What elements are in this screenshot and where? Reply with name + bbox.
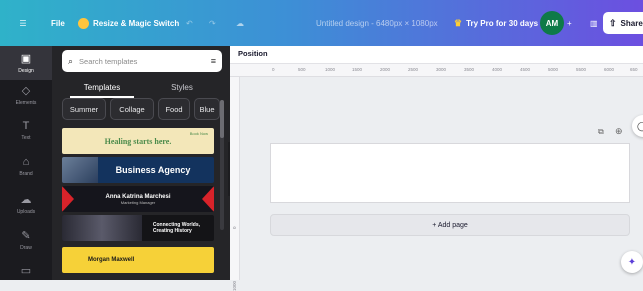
text-icon: T (22, 120, 30, 132)
filter-icon[interactable]: ≡ (211, 56, 216, 66)
ruler-tick: 3500 (464, 67, 475, 72)
upload-icon: ☁ (20, 194, 32, 206)
template-card[interactable]: Business Agency (62, 157, 214, 183)
rail-label: Elements (15, 100, 37, 106)
position-button[interactable]: Position (238, 49, 268, 58)
rail-item-projects[interactable]: ▭ (0, 264, 52, 280)
duplicate-page-icon[interactable]: ⧉ (598, 127, 604, 137)
rail-item-brand[interactable]: ⌂ Brand (0, 156, 52, 177)
template-title: Anna Katrina Marchesi (105, 193, 171, 200)
chip-food[interactable]: Food (158, 98, 190, 120)
design-icon: ▣ (20, 53, 32, 65)
ruler-tick: 2000 (380, 67, 391, 72)
template-accent (202, 186, 214, 212)
template-card[interactable]: Anna Katrina Marchesi Marketing Manager (62, 186, 214, 212)
ruler-tick: 5500 (576, 67, 587, 72)
magic-assistant-icon[interactable]: ✦ (621, 251, 643, 273)
share-button[interactable]: ⇧ Share (603, 12, 643, 34)
ruler-tick: 5000 (548, 67, 559, 72)
template-card[interactable]: Book Now Healing starts here. (62, 128, 214, 154)
ruler-tick: 1500 (352, 67, 363, 72)
template-card[interactable]: Connecting Worlds, Creating History (62, 215, 214, 241)
projects-icon: ▭ (20, 265, 32, 277)
rail-item-text[interactable]: T Text (0, 120, 52, 141)
side-rail: ▣ Design ◇ Elements T Text ⌂ Brand ☁ Upl… (0, 46, 52, 280)
rail-item-draw[interactable]: ✎ Draw (0, 229, 52, 251)
crown-badge-icon (78, 17, 89, 29)
template-photo (62, 157, 98, 183)
share-label: Share (620, 18, 643, 28)
rail-item-uploads[interactable]: ☁ Uploads (0, 193, 52, 215)
template-title: Morgan Maxwell (88, 257, 135, 263)
ruler-tick: 3000 (436, 67, 447, 72)
rail-label: Text (21, 135, 31, 141)
search-input[interactable] (79, 56, 190, 66)
avatar[interactable]: AM (540, 11, 564, 35)
add-page-button[interactable]: + Add page (270, 214, 630, 236)
search-icon: ⌕ (68, 55, 74, 66)
rail-item-design[interactable]: ▣ Design (0, 46, 52, 80)
ruler-tick: 650 (630, 67, 638, 72)
template-tag: Book Now (189, 131, 208, 136)
template-title: Healing starts here. (104, 136, 172, 146)
cloud-save-icon[interactable]: ☁ (236, 0, 244, 46)
try-pro-label: Try Pro for 30 days (466, 18, 539, 28)
undo-icon[interactable]: ↶ (186, 0, 193, 46)
design-canvas[interactable] (270, 143, 630, 203)
rail-item-elements[interactable]: ◇ Elements (0, 84, 52, 106)
ruler-tick: 6000 (604, 67, 615, 72)
draw-icon: ✎ (21, 230, 31, 242)
ruler-tick: 500 (298, 67, 306, 72)
template-accent (62, 186, 74, 212)
left-ruler: 0 1000 (230, 77, 240, 291)
template-title: Connecting Worlds, (152, 222, 200, 228)
chip-collage[interactable]: Collage (110, 98, 154, 120)
tab-templates[interactable]: Templates (62, 76, 142, 98)
rail-label: Uploads (16, 209, 36, 215)
add-page-icon[interactable]: ⊕ (615, 126, 623, 137)
ruler-tick: 0 (272, 67, 275, 72)
ruler-tick: 1000 (232, 280, 237, 291)
template-subtitle: Creating History (152, 228, 192, 234)
position-bar: Position (230, 46, 643, 64)
rail-label: Draw (20, 245, 32, 251)
rail-label: Brand (19, 171, 33, 177)
document-title[interactable]: Untitled design - 6480px × 1080px (316, 0, 438, 46)
comment-icon[interactable]: ◯ (632, 115, 643, 137)
template-subtitle: Marketing Manager (120, 199, 156, 205)
file-menu[interactable]: File (51, 0, 65, 46)
redo-icon[interactable]: ↷ (209, 0, 216, 46)
panel-scrollbar[interactable] (220, 100, 224, 230)
search-bar[interactable]: ⌕ ≡ (62, 50, 222, 72)
chip-blue[interactable]: Blue (194, 98, 220, 120)
resize-label: Resize & Magic Switch (93, 18, 180, 28)
brand-icon: ⌂ (22, 156, 30, 168)
template-photo (62, 215, 142, 241)
chip-summer[interactable]: Summer (62, 98, 106, 120)
template-text-group: Connecting Worlds, Creating History (153, 222, 200, 234)
add-collaborator-icon[interactable]: + (567, 0, 572, 46)
ruler-tick: 0 (232, 226, 237, 229)
elements-icon: ◇ (21, 85, 31, 97)
ruler-tick: 1000 (325, 67, 336, 72)
hamburger-icon[interactable]: ☰ (14, 0, 32, 46)
crown-icon: ♛ (454, 17, 463, 28)
ruler-tick: 2500 (408, 67, 419, 72)
upload-arrow-icon: ⇧ (609, 17, 617, 28)
template-card[interactable]: Morgan Maxwell (62, 247, 214, 273)
try-pro-button[interactable]: ♛ Try Pro for 30 days (454, 0, 538, 46)
rail-label: Design (18, 68, 34, 74)
panel-tabs: Templates Styles (62, 76, 222, 98)
template-title: Business Agency (115, 165, 191, 175)
top-bar: ☰ File Resize & Magic Switch ↶ ↷ ☁ Untit… (0, 0, 643, 46)
top-ruler: 0 500 1000 1500 2000 2500 3000 3500 4000… (230, 64, 643, 77)
tab-styles[interactable]: Styles (142, 76, 222, 98)
ruler-tick: 4500 (520, 67, 531, 72)
insights-chart-icon[interactable]: ▥ (590, 0, 598, 46)
resize-magic-switch-button[interactable]: Resize & Magic Switch (78, 0, 179, 46)
ruler-tick: 4000 (492, 67, 503, 72)
